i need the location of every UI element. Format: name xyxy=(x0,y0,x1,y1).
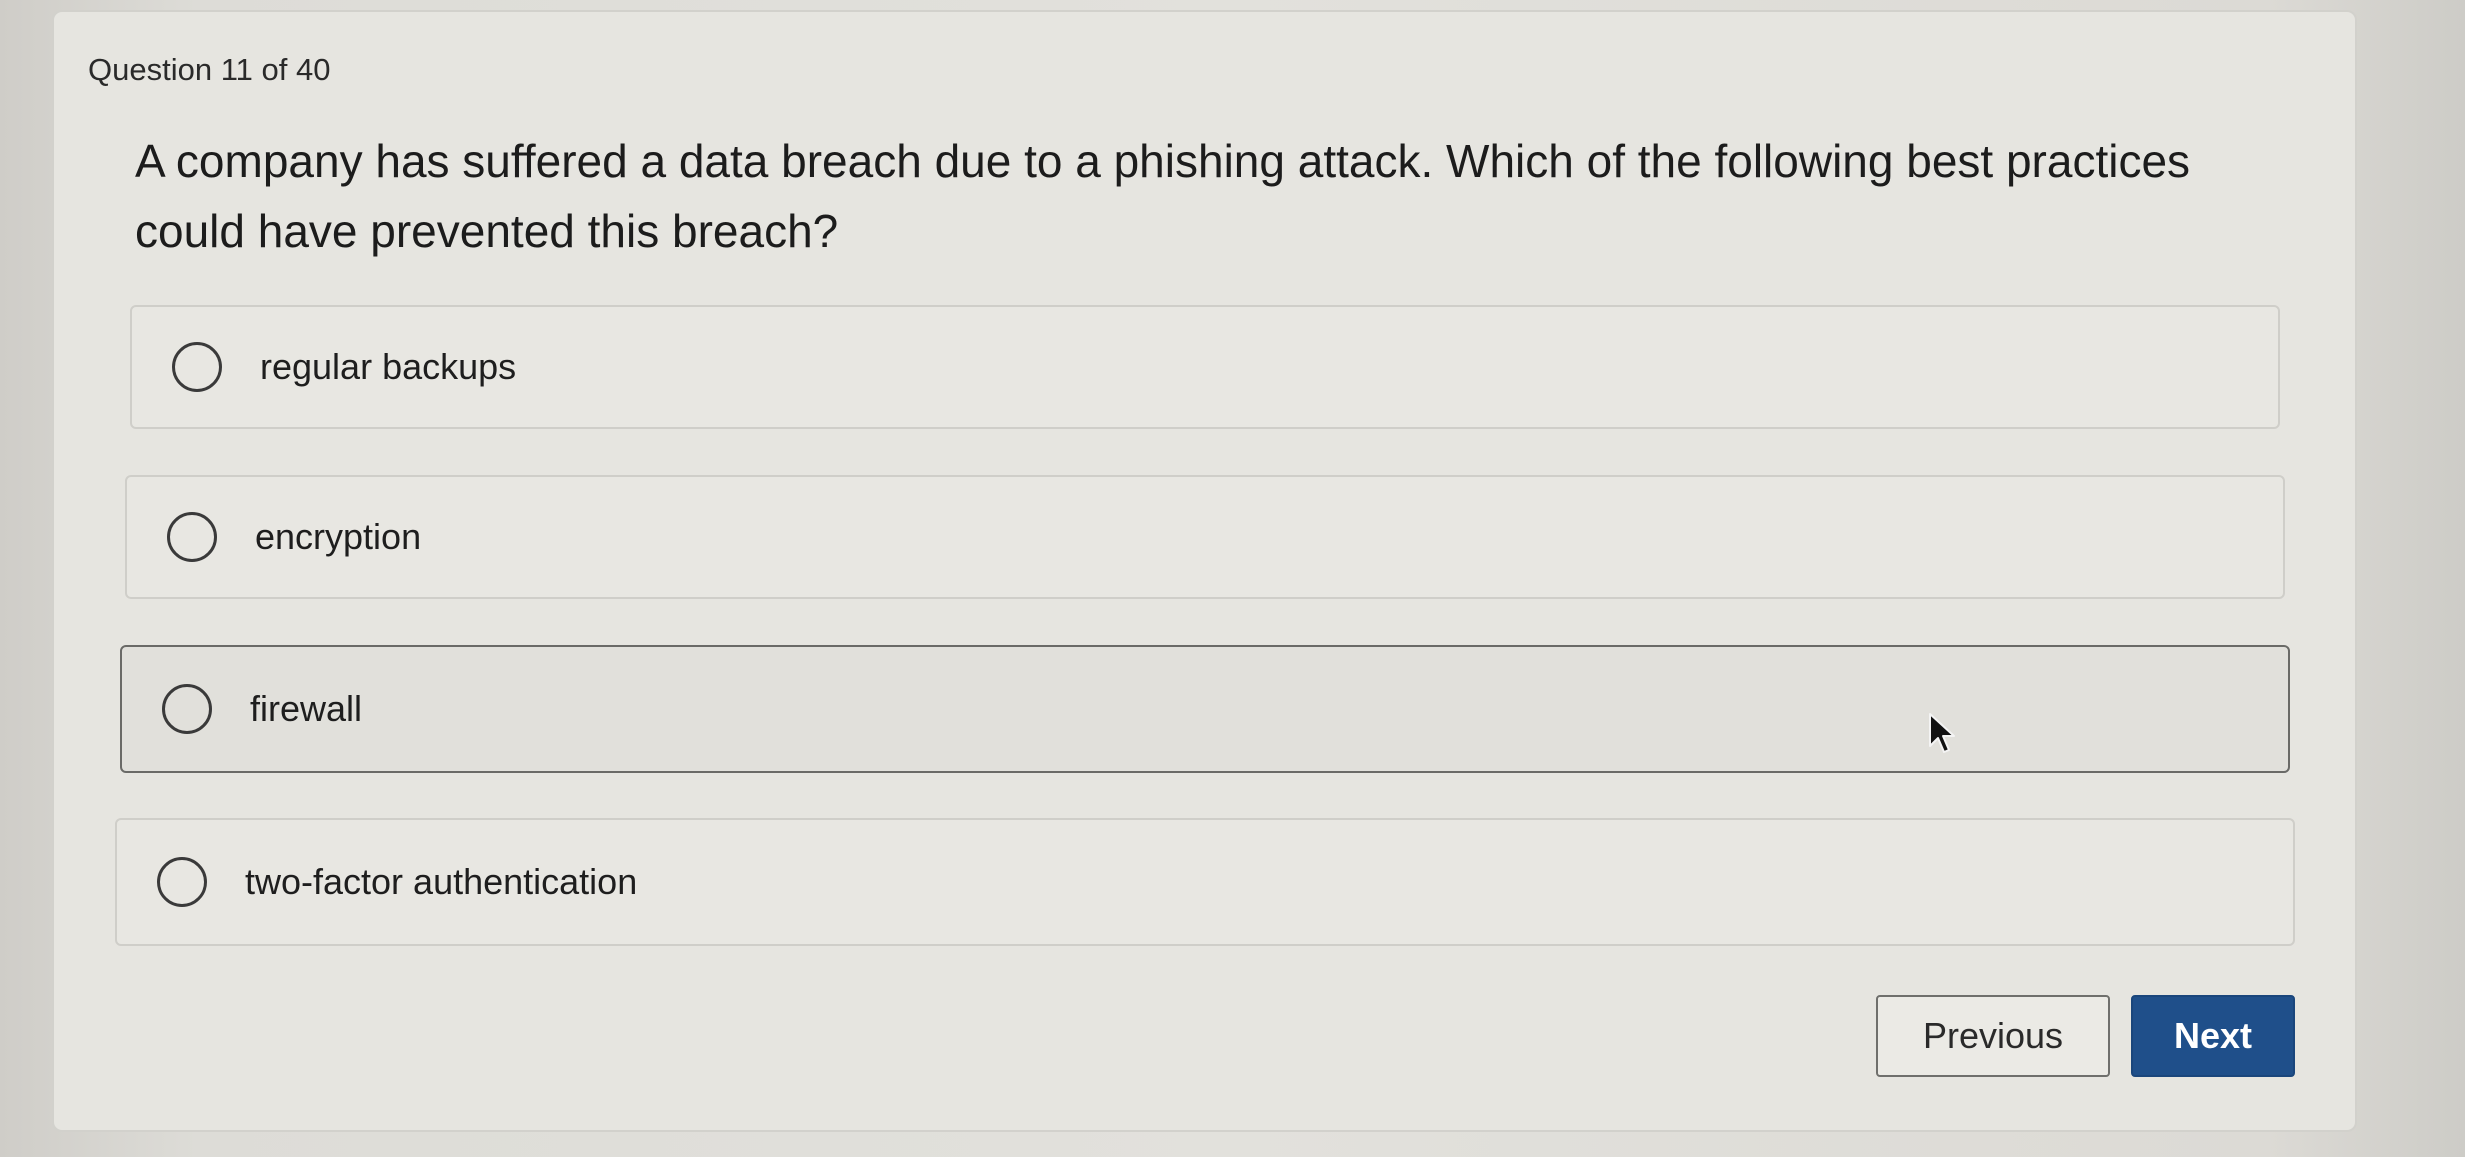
radio-icon[interactable] xyxy=(172,342,222,392)
mouse-pointer-icon xyxy=(1929,713,1955,753)
screen: Question 11 of 40 A company has suffered… xyxy=(0,0,2465,1157)
radio-icon[interactable] xyxy=(167,512,217,562)
radio-icon[interactable] xyxy=(162,684,212,734)
radio-icon[interactable] xyxy=(157,857,207,907)
option-regular-backups[interactable]: regular backups xyxy=(130,305,2280,429)
option-two-factor-authentication[interactable]: two-factor authentication xyxy=(115,818,2295,946)
question-text: A company has suffered a data breach due… xyxy=(135,135,2191,257)
previous-button[interactable]: Previous xyxy=(1876,995,2110,1077)
option-label: two-factor authentication xyxy=(245,861,638,902)
option-encryption[interactable]: encryption xyxy=(125,475,2285,599)
option-firewall[interactable]: firewall xyxy=(120,645,2290,773)
question-counter: Question 11 of 40 xyxy=(88,52,331,87)
option-label: firewall xyxy=(250,688,363,729)
option-label: regular backups xyxy=(260,346,517,387)
next-button[interactable]: Next xyxy=(2131,995,2295,1077)
option-label: encryption xyxy=(255,516,422,557)
